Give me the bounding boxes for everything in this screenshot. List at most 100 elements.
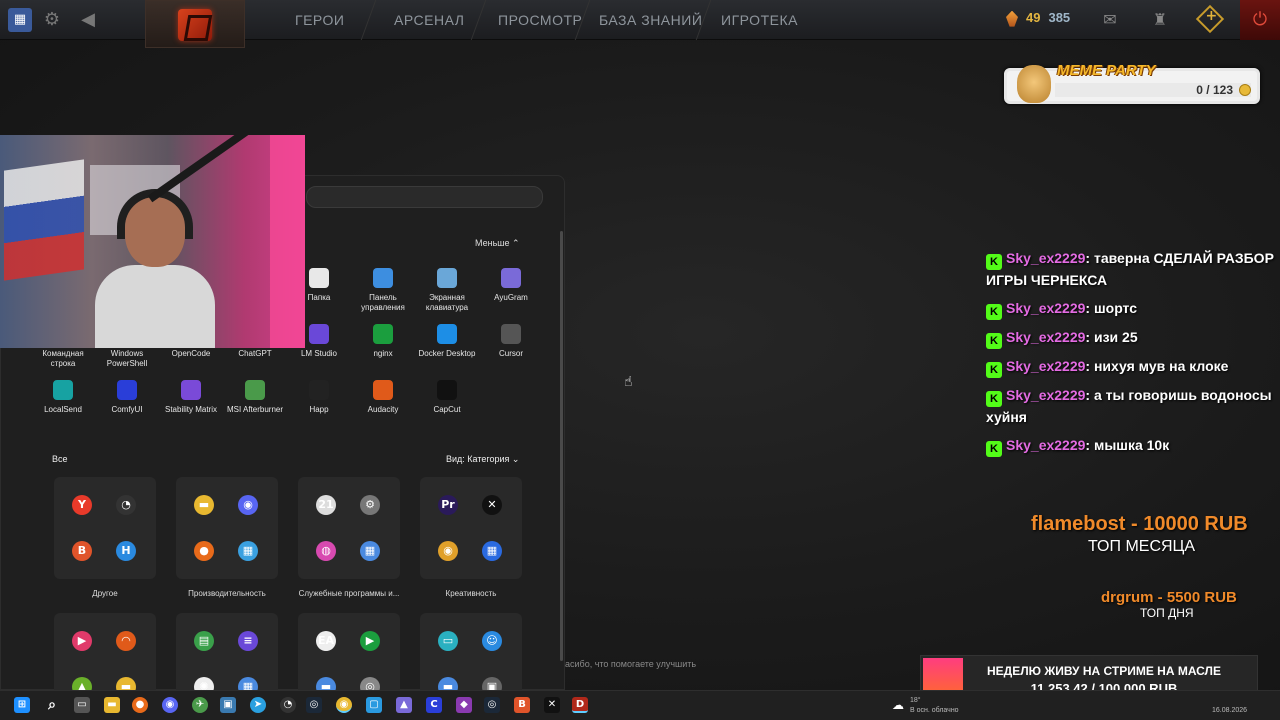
nav-arsenal[interactable]: АРСЕНАЛ [394,12,464,28]
firefox-icon[interactable]: ● [132,697,148,713]
weather-desc: В осн. облачно [910,707,959,714]
group-app-icon[interactable]: B [72,541,92,561]
pinned-app-label: OpenCode [171,349,211,358]
category-group[interactable]: Y ◔ B H [54,477,156,579]
group-app-icon[interactable]: ▶ [360,631,380,651]
window-app-icon[interactable]: ▢ [366,697,382,713]
group-app-icon[interactable]: ⚙ [360,495,380,515]
pinned-app-localsend[interactable]: LocalSend [31,380,95,415]
category-group[interactable]: 21 ⚙ ◍ ▦ [298,477,400,579]
pinned-app-label: CapCut [433,405,461,414]
app2-icon[interactable]: ◆ [456,697,472,713]
group-app-icon[interactable]: ◠ [116,631,136,651]
start-menu-scrollbar[interactable] [560,231,563,661]
pinned-app-capcut[interactable]: CapCut [415,380,479,415]
dota-logo-button[interactable] [145,0,245,48]
telegram-icon[interactable]: ➤ [250,697,266,713]
group-app-icon[interactable]: ▦ [360,541,380,561]
weather-icon[interactable]: ☁ [890,697,906,713]
pinned-app-экранная-клавиатура[interactable]: Экранная клавиатура [415,268,479,313]
pinned-app-audacity[interactable]: Audacity [351,380,415,415]
dota-plus-icon[interactable]: + [1195,4,1225,34]
hand-cursor-icon: ☝ [624,374,633,390]
chat-message: K Sky_ex2229: изи 25 [986,327,1276,349]
kick-badge-icon: K [986,254,1002,270]
pinned-app-docker-desktop[interactable]: Docker Desktop [415,324,479,359]
group-app-icon[interactable]: 21 [316,495,336,515]
currency-display[interactable]: 49 385 [1006,10,1070,27]
nav-arcade[interactable]: ИГРОТЕКА [721,12,798,28]
show-less-button[interactable]: Меньше ⌃ [475,238,520,249]
pinned-app-msi-afterburner[interactable]: MSI Afterburner [223,380,287,415]
chat-username: Sky_ex2229 [1006,437,1086,453]
category-group[interactable]: ▬ ◉ ● ▦ [176,477,278,579]
group-app-icon[interactable]: ▦ [482,541,502,561]
group-app-icon[interactable]: H [116,541,136,561]
dashboard-icon[interactable]: ▦ [8,8,32,32]
kick-badge-icon: K [986,391,1002,407]
chat-username: Sky_ex2229 [1006,329,1086,345]
ayugram-taskbar-icon[interactable]: ▲ [396,697,412,713]
brave-icon[interactable]: B [514,697,530,713]
comfyui-taskbar-icon[interactable]: C [426,697,442,713]
pinned-app-happ[interactable]: Happ [287,380,351,415]
group-app-icon[interactable]: ▶ [72,631,92,651]
group-app-icon[interactable]: EA [316,631,336,651]
group-app-icon[interactable]: ▭ [438,631,458,651]
meme-party-count: 0 / 123 [1196,83,1233,97]
pinned-app-nginx[interactable]: nginx [351,324,415,359]
file-explorer-icon[interactable]: ▬ [104,697,120,713]
group-app-icon[interactable]: ▬ [194,495,214,515]
group-app-icon[interactable]: ≡ [238,631,258,651]
mail-icon[interactable]: ✉ [1098,8,1122,32]
view-category-dropdown[interactable]: Вид: Категория ⌄ [446,454,519,465]
settings-gear-icon[interactable]: ⚙ [40,8,64,32]
armory-icon[interactable]: ♜ [1148,8,1172,32]
group-app-icon[interactable]: ● [194,541,214,561]
search-icon[interactable]: ⌕ [44,697,60,713]
kick-badge-icon: K [986,441,1002,457]
power-icon[interactable]: ⏻ [1240,0,1280,40]
pinned-app-label: LM Studio [300,349,338,358]
group-app-icon[interactable]: Y [72,495,92,515]
group-app-icon[interactable]: ◔ [116,495,136,515]
pinned-app-панель-управления[interactable]: Панель управления [351,268,415,313]
pinned-app-ayugram[interactable]: AyuGram [479,268,543,303]
discord-icon[interactable]: ◉ [162,697,178,713]
group-app-icon[interactable]: ◍ [316,541,336,561]
capcut-taskbar-icon[interactable]: ✕ [544,697,560,713]
pinned-app-stability-matrix[interactable]: Stability Matrix [159,380,223,415]
group-app-icon[interactable]: ▤ [194,631,214,651]
chat-message: K Sky_ex2229: мышка 10к [986,435,1276,457]
pinned-app-comfyui[interactable]: ComfyUI [95,380,159,415]
group-app-icon[interactable]: Pr [438,495,458,515]
group-app-icon[interactable]: ▦ [238,541,258,561]
group-app-icon[interactable]: ✕ [482,495,502,515]
chat-username: Sky_ex2229 [1006,300,1086,316]
pinned-app-label: MSI Afterburner [226,405,284,414]
pinned-app-cursor[interactable]: Cursor [479,324,543,359]
dota2-taskbar-icon[interactable]: D [572,697,588,713]
happ-icon [309,380,329,400]
start-search-input[interactable] [306,186,543,208]
nav-heroes[interactable]: ГЕРОИ [295,12,344,28]
pinned-app-label: Windows PowerShell [106,349,148,368]
chat-message: K Sky_ex2229: шортс [986,298,1276,320]
steam2-icon[interactable]: ◎ [484,697,500,713]
chrome-icon[interactable]: ◉ [336,697,352,713]
task-view-icon[interactable]: ▭ [74,697,90,713]
obs-icon[interactable]: ◔ [280,697,296,713]
group-app-icon[interactable]: ◉ [438,541,458,561]
goal-title: НЕДЕЛЮ ЖИВУ НА СТРИМЕ НА МАСЛЕ [987,664,1221,678]
app-icon[interactable]: ▣ [220,697,236,713]
pinned-app-label: Stability Matrix [164,405,217,414]
steam-icon[interactable]: ◎ [306,697,322,713]
windows-start-icon[interactable]: ⊞ [14,697,30,713]
group-app-icon[interactable]: ☺ [482,631,502,651]
back-arrow-icon[interactable]: ◀ [76,8,100,32]
nav-knowledge-base[interactable]: БАЗА ЗНАНИЙ [599,12,702,28]
category-group[interactable]: Pr ✕ ◉ ▦ [420,477,522,579]
group-app-icon[interactable]: ◉ [238,495,258,515]
afterburner-taskbar-icon[interactable]: ✈ [192,697,208,713]
nav-watch[interactable]: ПРОСМОТР [498,12,582,28]
